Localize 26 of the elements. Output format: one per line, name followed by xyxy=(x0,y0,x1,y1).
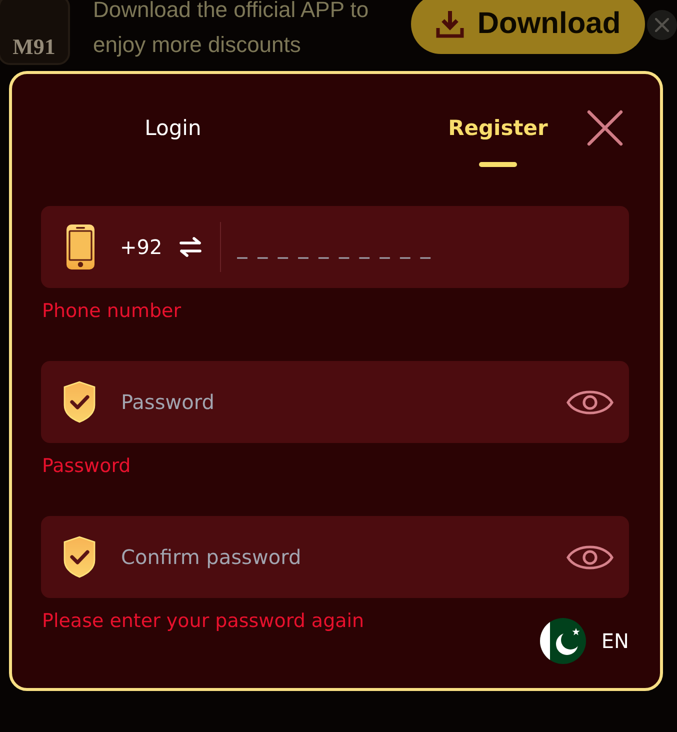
app-logo: M91 xyxy=(0,0,70,65)
shield-check-icon xyxy=(63,536,96,578)
country-code-button[interactable]: +92 xyxy=(120,235,202,259)
close-icon xyxy=(587,110,623,146)
field-hint: Phone number xyxy=(42,299,182,323)
shield-check-icon xyxy=(63,381,96,423)
field-hint: Password xyxy=(42,454,132,478)
banner-message: Download the official APP to enjoy more discounts xyxy=(93,0,370,59)
tab[interactable]: Register xyxy=(428,108,568,168)
phone-number-input[interactable]: _ _ _ _ _ _ _ _ _ _ xyxy=(237,227,629,267)
phone-icon xyxy=(66,224,95,270)
close-button[interactable] xyxy=(587,110,623,146)
password-field[interactable]: Password xyxy=(41,361,629,443)
close-icon xyxy=(655,18,669,32)
phone-number-field[interactable]: +92 _ _ _ _ _ _ _ _ _ _ xyxy=(41,206,629,288)
password-input[interactable]: Confirm password xyxy=(121,537,554,577)
download-button[interactable]: Download xyxy=(411,0,645,54)
field-hint: Please enter your password again xyxy=(42,609,366,633)
tab[interactable]: Login xyxy=(103,108,243,168)
password-input[interactable]: Password xyxy=(121,382,554,422)
flag-icon xyxy=(540,618,586,664)
close-button[interactable] xyxy=(647,10,677,40)
swap-icon xyxy=(179,237,202,257)
download-icon xyxy=(435,9,466,39)
language-button[interactable]: EN xyxy=(540,618,629,664)
password-field[interactable]: Confirm password xyxy=(41,516,629,598)
